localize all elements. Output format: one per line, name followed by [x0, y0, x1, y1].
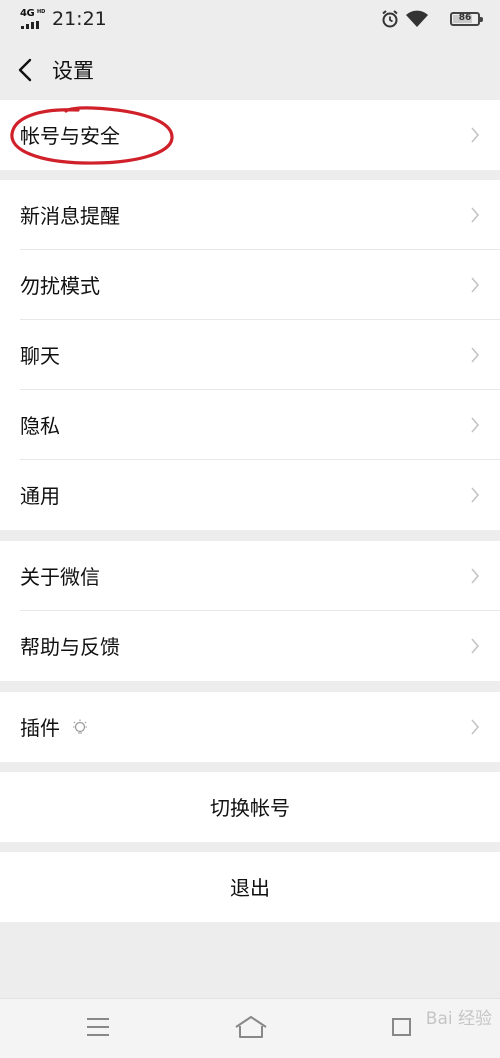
clock: 21:21	[52, 8, 107, 30]
status-bar: 4G HD 21:21 86	[0, 0, 500, 40]
settings-item-chat[interactable]: 聊天	[0, 320, 500, 390]
chevron-right-icon	[471, 127, 480, 143]
home-icon[interactable]	[233, 1014, 269, 1040]
settings-item-label: 插件	[20, 716, 60, 740]
settings-item-label: 通用	[20, 484, 60, 508]
settings-item-label: 新消息提醒	[20, 204, 120, 228]
settings-item-help-feedback[interactable]: 帮助与反馈	[0, 611, 500, 681]
chevron-right-icon	[471, 568, 480, 584]
chevron-right-icon	[471, 487, 480, 503]
chevron-right-icon	[471, 347, 480, 363]
plugin-bulb-icon	[73, 719, 87, 734]
settings-item-label: 聊天	[20, 344, 60, 368]
switch-account-button[interactable]: 切换帐号	[0, 772, 500, 842]
settings-item-general[interactable]: 通用	[0, 460, 500, 530]
logout-label: 退出	[230, 876, 270, 900]
settings-item-account-security[interactable]: 帐号与安全	[0, 100, 500, 170]
chevron-right-icon	[471, 277, 480, 293]
signal-icon: 4G HD	[20, 8, 48, 31]
settings-item-do-not-disturb[interactable]: 勿扰模式	[0, 250, 500, 320]
chevron-right-icon	[471, 638, 480, 654]
chevron-right-icon	[471, 417, 480, 433]
settings-item-privacy[interactable]: 隐私	[0, 390, 500, 460]
chevron-right-icon	[471, 719, 480, 735]
recent-icon[interactable]	[390, 1015, 416, 1039]
menu-icon[interactable]	[85, 1015, 111, 1039]
settings-item-label: 勿扰模式	[20, 274, 100, 298]
logout-button[interactable]: 退出	[0, 852, 500, 922]
switch-account-label: 切换帐号	[210, 796, 290, 820]
back-button[interactable]	[12, 52, 42, 88]
network-hd: HD	[37, 9, 46, 15]
settings-item-label: 隐私	[20, 414, 60, 438]
settings-item-about-wechat[interactable]: 关于微信	[0, 541, 500, 611]
alarm-icon	[382, 10, 398, 28]
chevron-right-icon	[471, 207, 480, 223]
navigation-bar: 设置	[0, 40, 500, 100]
battery-level: 86	[458, 13, 472, 23]
settings-item-label: 帮助与反馈	[20, 635, 120, 659]
page-title: 设置	[52, 59, 94, 83]
network-type: 4G	[20, 8, 35, 19]
battery-indicator: 86	[450, 12, 483, 26]
wifi-icon	[406, 10, 428, 27]
settings-item-plugins[interactable]: 插件	[0, 692, 500, 762]
watermark: Bai 经验	[425, 1009, 492, 1029]
settings-item-label: 关于微信	[20, 565, 100, 589]
settings-item-new-message-alert[interactable]: 新消息提醒	[0, 180, 500, 250]
settings-item-label: 帐号与安全	[20, 124, 120, 148]
